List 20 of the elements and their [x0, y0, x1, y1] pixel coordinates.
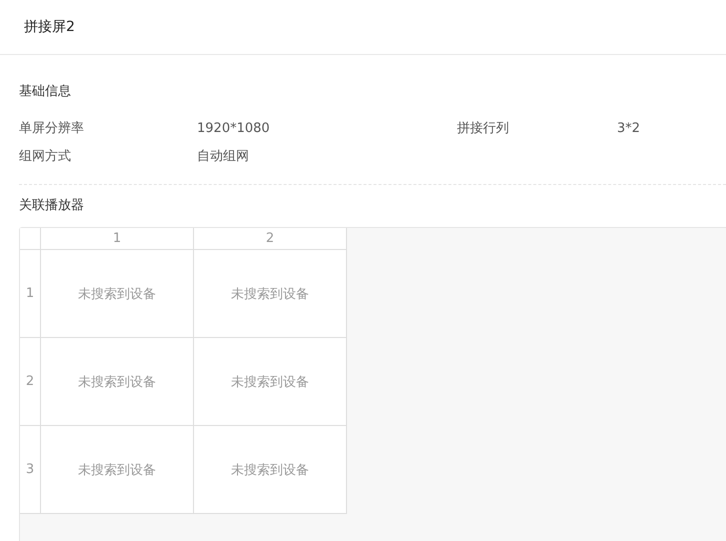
field-value: 1920*1080: [197, 120, 271, 138]
table-cell: 未搜索到设备: [194, 250, 346, 338]
table-cell: 未搜索到设备: [194, 426, 346, 514]
table-cell: 未搜索到设备: [40, 426, 194, 514]
field-value: 自动组网: [197, 148, 250, 166]
row-header: 2: [20, 338, 40, 426]
row-header: 3: [20, 426, 40, 514]
table-cell: 未搜索到设备: [40, 250, 194, 338]
section-heading: 基础信息: [19, 83, 72, 101]
column-header: 1: [40, 228, 194, 250]
table-cell: 未搜索到设备: [194, 338, 346, 426]
section-heading: 关联播放器: [19, 197, 85, 215]
row-header: 1: [20, 250, 40, 338]
table-cell: 未搜索到设备: [40, 338, 194, 426]
column-header: 2: [194, 228, 346, 250]
field-value: 3*2: [617, 120, 642, 138]
field-label: 拼接行列: [457, 120, 510, 138]
page-title: 拼接屏2: [24, 18, 75, 36]
field-label: 单屏分辨率: [19, 120, 85, 138]
field-label: 组网方式: [19, 148, 72, 166]
